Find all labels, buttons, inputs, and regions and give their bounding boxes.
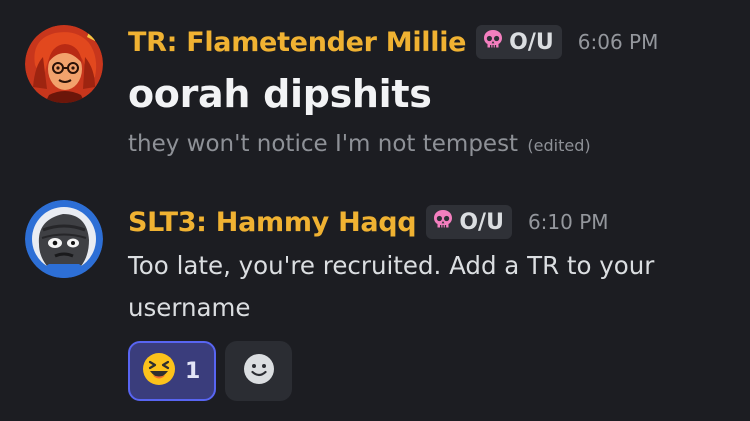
reaction-count: 1 [185, 358, 201, 384]
username[interactable]: SLT3: Hammy Haqq [128, 207, 417, 238]
reaction-laughing[interactable]: 1 [128, 341, 216, 401]
chat-messages: TR: Flametender Millie O/U 6:06 PM oorah… [0, 0, 750, 421]
message-header: SLT3: Hammy Haqq O/U 6:10 PM [128, 205, 609, 239]
skull-icon [432, 208, 454, 236]
timestamp[interactable]: 6:10 PM [528, 210, 609, 234]
smiley-icon [242, 352, 276, 390]
reactions-bar: 1 [128, 341, 292, 401]
message-text: Too late, you're recruited. Add a TR to … [128, 251, 655, 322]
avatar[interactable] [25, 200, 103, 278]
add-reaction-button[interactable] [225, 341, 292, 401]
avatar-image [25, 200, 103, 278]
role-tag-label: O/U [459, 209, 504, 235]
laughing-emoji-icon [142, 352, 176, 390]
message-2: SLT3: Hammy Haqq O/U 6:10 PM Too late, y… [0, 0, 750, 421]
role-tag[interactable]: O/U [426, 205, 512, 239]
